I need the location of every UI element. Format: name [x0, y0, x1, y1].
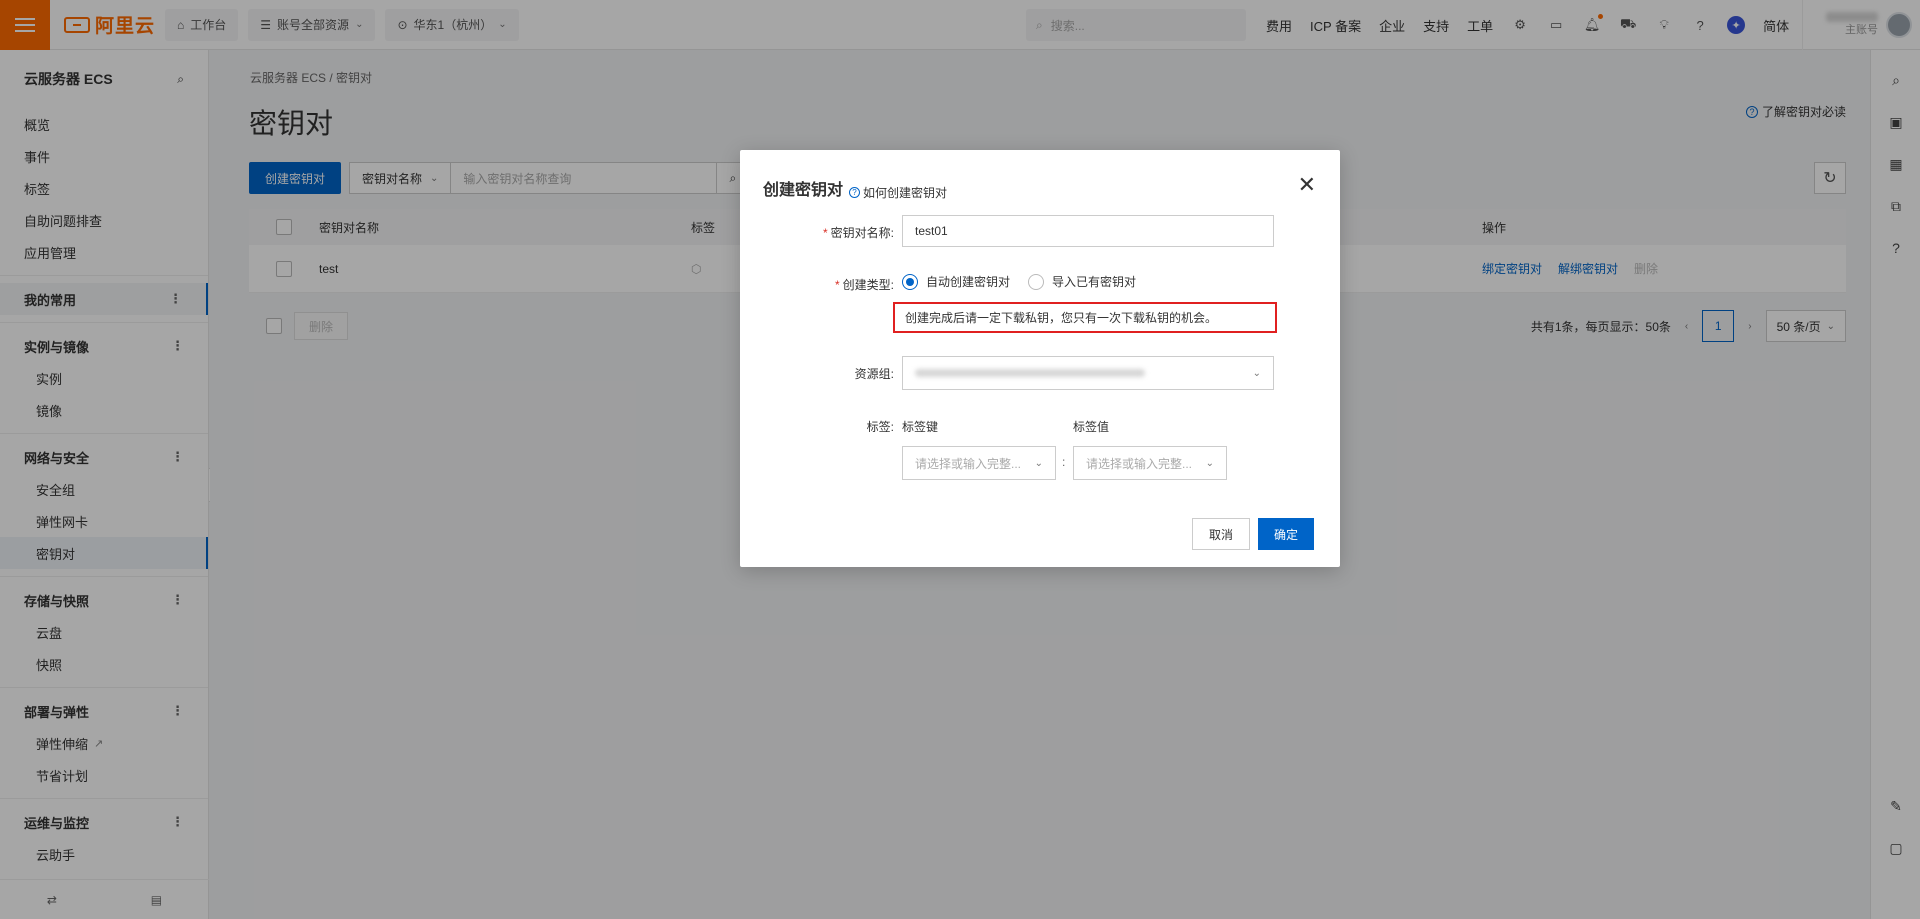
tag-value-placeholder: 请选择或输入完整... [1086, 456, 1193, 471]
chevron-down-icon: ⌄ [1205, 457, 1214, 469]
download-warning: 创建完成后请一定下载私钥，您只有一次下载私钥的机会。 [893, 302, 1277, 333]
type-label-text: 创建类型: [842, 278, 894, 292]
radio-unchecked-icon [1028, 273, 1045, 290]
dialog-title-text: 创建密钥对 [763, 182, 844, 199]
radio-import-existing[interactable]: 导入已有密钥对 [1028, 273, 1136, 290]
create-type-radio-group: 自动创建密钥对 导入已有密钥对 [902, 273, 1136, 290]
cancel-button[interactable]: 取消 [1192, 518, 1251, 550]
tag-value-select[interactable]: 请选择或输入完整... ⌄ [1073, 446, 1227, 480]
required-mark: * [834, 278, 840, 292]
help-circle-icon: ? [849, 187, 861, 198]
tag-key-placeholder: 请选择或输入完整... [915, 456, 1022, 471]
key-pair-name-input[interactable]: test01 [902, 215, 1274, 247]
redacted-resource-group [915, 369, 1145, 377]
dialog-help-text: 如何创建密钥对 [863, 186, 948, 200]
resource-group-label: 资源组: [854, 367, 894, 381]
dialog-help-link[interactable]: ? 如何创建密钥对 [849, 184, 947, 201]
tag-separator: : [1062, 455, 1066, 469]
radio-label: 自动创建密钥对 [926, 275, 1011, 289]
tag-key-label: 标签键 [902, 420, 939, 434]
name-label-text: 密钥对名称: [830, 226, 894, 240]
radio-label: 导入已有密钥对 [1052, 275, 1137, 289]
tag-field-label: 标签: [866, 420, 894, 434]
resource-group-select[interactable]: ⌄ [902, 356, 1274, 390]
required-mark: * [822, 226, 828, 240]
close-icon[interactable]: ✕ [1298, 174, 1316, 196]
chevron-down-icon: ⌄ [1252, 367, 1261, 379]
chevron-down-icon: ⌄ [1034, 457, 1043, 469]
dialog-title: 创建密钥对 ? 如何创建密钥对 [763, 176, 947, 201]
tag-value-label: 标签值 [1073, 420, 1110, 434]
create-key-pair-dialog: 创建密钥对 ? 如何创建密钥对 ✕ * 密钥对名称: test01 * 创建类型: 自… [740, 150, 1340, 567]
type-field-label: * 创建类型: [784, 276, 894, 293]
tag-key-select[interactable]: 请选择或输入完整... ⌄ [902, 446, 1056, 480]
radio-auto-create[interactable]: 自动创建密钥对 [902, 273, 1010, 290]
name-field-label: * 密钥对名称: [784, 224, 894, 241]
confirm-button[interactable]: 确定 [1258, 518, 1315, 550]
radio-checked-icon [902, 273, 918, 290]
